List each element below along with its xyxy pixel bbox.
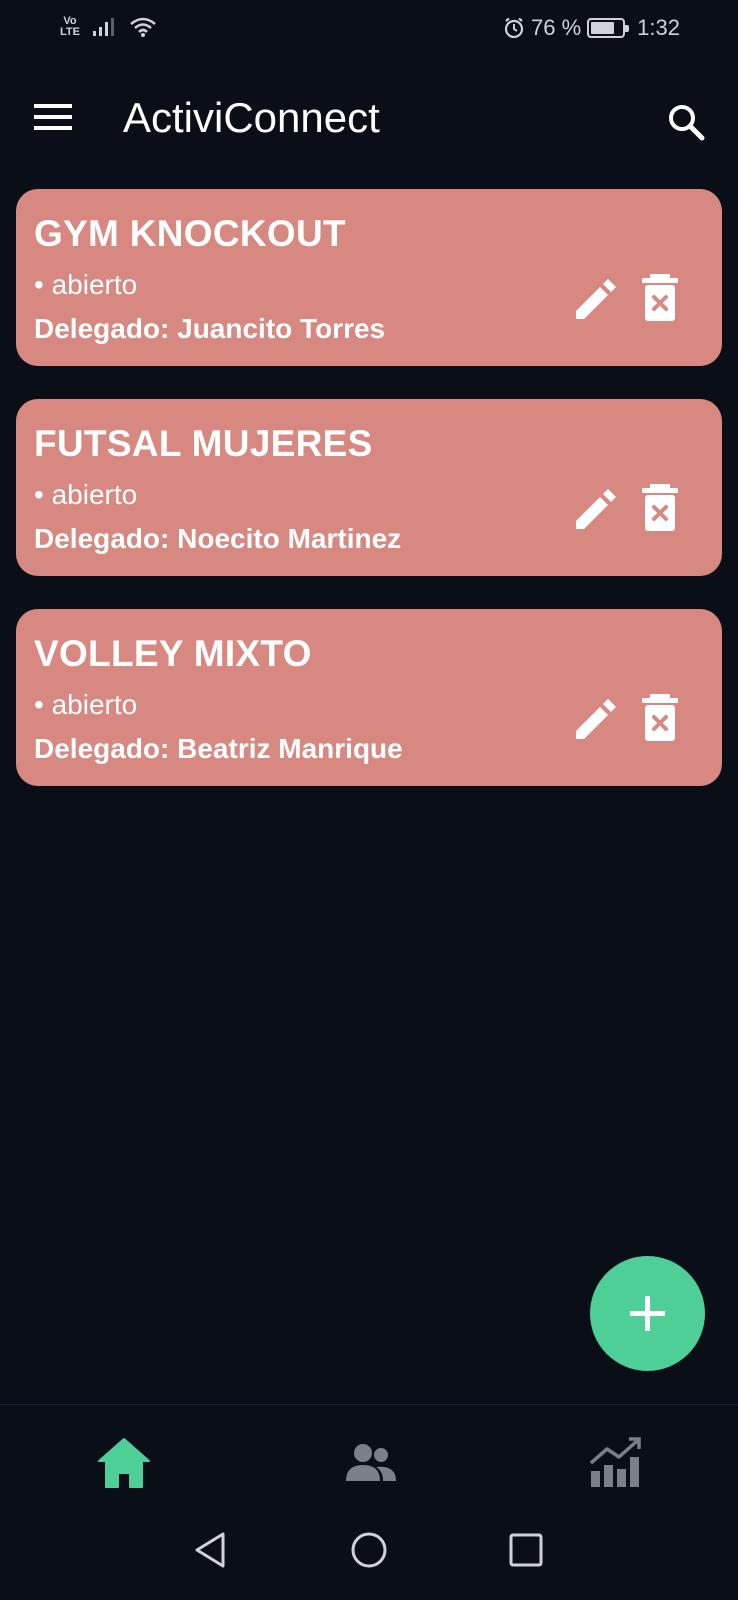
trash-icon bbox=[642, 694, 678, 741]
activity-card[interactable]: FUTSAL MUJERES • abierto Delegado: Noeci… bbox=[16, 399, 722, 576]
activity-title: FUTSAL MUJERES bbox=[34, 423, 373, 464]
app-title: ActiviConnect bbox=[123, 94, 380, 141]
battery-percent: 76 % bbox=[531, 15, 582, 40]
home-icon bbox=[98, 1438, 150, 1488]
trash-icon bbox=[642, 484, 678, 531]
activity-delegate: Delegado: Juancito Torres bbox=[34, 313, 386, 344]
app-bar: ActiviConnect bbox=[0, 70, 738, 166]
pencil-icon bbox=[576, 489, 616, 529]
nav-people[interactable] bbox=[343, 1435, 399, 1491]
people-icon bbox=[346, 1444, 396, 1481]
home-circle-icon bbox=[351, 1532, 387, 1568]
clock: 1:32 bbox=[637, 15, 680, 40]
bottom-nav bbox=[0, 1404, 738, 1514]
activity-list: GYM KNOCKOUT • abierto Delegado: Juancit… bbox=[16, 189, 722, 819]
status-left: Vo LTE bbox=[60, 16, 158, 38]
activity-status: • abierto bbox=[34, 269, 138, 300]
system-recents-button[interactable] bbox=[506, 1530, 546, 1570]
nav-stats[interactable] bbox=[587, 1435, 643, 1491]
system-nav-bar bbox=[0, 1514, 738, 1600]
plus-icon bbox=[630, 1296, 665, 1331]
activity-title: VOLLEY MIXTO bbox=[34, 633, 312, 674]
search-icon bbox=[669, 105, 705, 141]
activity-status: • abierto bbox=[34, 689, 138, 720]
edit-button[interactable] bbox=[568, 483, 618, 533]
recents-icon bbox=[509, 1533, 543, 1567]
pencil-icon bbox=[576, 279, 616, 319]
battery-icon bbox=[587, 18, 630, 38]
delete-button[interactable] bbox=[638, 273, 682, 323]
status-right: 76 % 1:32 bbox=[503, 15, 680, 41]
alarm-icon bbox=[504, 17, 524, 39]
activity-delegate: Delegado: Noecito Martinez bbox=[34, 523, 402, 554]
chart-icon bbox=[589, 1437, 641, 1487]
menu-button[interactable] bbox=[30, 98, 84, 142]
volte-bottom-label: LTE bbox=[60, 26, 80, 38]
system-back-button[interactable] bbox=[191, 1530, 231, 1570]
hamburger-menu-icon bbox=[34, 104, 72, 130]
edit-button[interactable] bbox=[568, 273, 618, 323]
search-button[interactable] bbox=[658, 94, 714, 150]
trash-icon bbox=[642, 274, 678, 321]
edit-button[interactable] bbox=[568, 693, 618, 743]
activity-delegate: Delegado: Beatriz Manrique bbox=[34, 733, 403, 764]
activity-card[interactable]: GYM KNOCKOUT • abierto Delegado: Juancit… bbox=[16, 189, 722, 366]
delete-button[interactable] bbox=[638, 483, 682, 533]
wifi-icon bbox=[130, 17, 156, 37]
volte-indicator: Vo LTE bbox=[60, 16, 80, 38]
status-bar: Vo LTE 76 % 1:32 bbox=[0, 0, 738, 58]
activity-card[interactable]: VOLLEY MIXTO • abierto Delegado: Beatriz… bbox=[16, 609, 722, 786]
pencil-icon bbox=[576, 699, 616, 739]
delete-button[interactable] bbox=[638, 693, 682, 743]
back-icon bbox=[195, 1532, 225, 1568]
activity-status: • abierto bbox=[34, 479, 138, 510]
signal-icon bbox=[92, 18, 114, 36]
system-home-button[interactable] bbox=[349, 1530, 389, 1570]
activity-title: GYM KNOCKOUT bbox=[34, 213, 346, 254]
battery-level bbox=[591, 22, 614, 34]
screen: Vo LTE 76 % 1:32 ActiviConnect GYM KNOCK… bbox=[0, 0, 738, 1600]
add-activity-button[interactable] bbox=[590, 1256, 705, 1371]
nav-home[interactable] bbox=[96, 1435, 152, 1491]
